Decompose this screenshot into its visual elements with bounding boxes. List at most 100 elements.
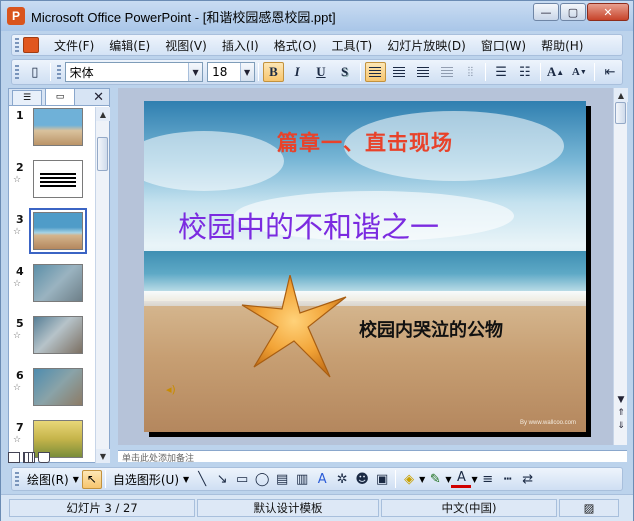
- align-left-button[interactable]: [364, 62, 387, 82]
- formatting-toolbar: ▯ 宋体 ▼ 18 ▼ B I U S ⦙⦙ ☰ ☷ A ▲ A ▼ ⇤: [11, 59, 623, 85]
- toolbar-separator: [49, 63, 51, 81]
- menu-edit[interactable]: 编辑(E): [102, 37, 158, 54]
- slide-thumbnail-image[interactable]: [29, 208, 87, 254]
- animation-star-icon: ☆: [13, 331, 22, 341]
- text-shadow-button[interactable]: S: [334, 62, 356, 82]
- picture-tool-icon[interactable]: ▣: [372, 469, 392, 489]
- bold-button[interactable]: B: [262, 62, 285, 82]
- slide-thumbnail-image[interactable]: [33, 264, 83, 302]
- italic-button[interactable]: I: [286, 62, 308, 82]
- toolbar-separator: [257, 63, 259, 81]
- menu-slideshow[interactable]: 幻灯片放映(D): [380, 37, 474, 54]
- wordart-tool-icon[interactable]: A: [312, 469, 332, 489]
- slide-thumbnail-image[interactable]: [33, 108, 83, 146]
- line-style-icon[interactable]: ≡: [478, 469, 498, 489]
- tab-outline[interactable]: ☰: [12, 90, 42, 105]
- line-tool-icon[interactable]: ╲: [192, 469, 212, 489]
- chevron-down-icon[interactable]: ▼: [239, 63, 254, 81]
- slide-subtitle[interactable]: 校园内哭泣的公物: [359, 316, 503, 342]
- menu-window[interactable]: 窗口(W): [474, 37, 534, 54]
- notes-pane[interactable]: 单击此处添加备注: [118, 450, 627, 462]
- scroll-down-arrow-icon[interactable]: ▼: [614, 394, 628, 406]
- title-bar: P Microsoft Office PowerPoint - [和谐校园感恩校…: [1, 1, 633, 31]
- rectangle-tool-icon[interactable]: ▭: [232, 469, 252, 489]
- minimize-button[interactable]: —: [533, 3, 559, 21]
- document-menu-icon[interactable]: [23, 37, 39, 53]
- dash-style-icon[interactable]: ┅: [498, 469, 518, 489]
- menubar-grip-handle[interactable]: [15, 38, 19, 52]
- textbox-tool-icon[interactable]: ▤: [272, 469, 292, 489]
- drawbar-grip-handle[interactable]: [15, 472, 19, 486]
- font-size-select[interactable]: 18 ▼: [207, 62, 255, 82]
- menu-file[interactable]: 文件(F): [47, 37, 102, 54]
- spelling-check-icon[interactable]: ▨: [559, 499, 619, 517]
- font-color-icon[interactable]: A: [451, 470, 472, 488]
- shrink-arrow-icon: ▼: [579, 68, 587, 76]
- powerpoint-app-icon[interactable]: P: [7, 7, 25, 25]
- editing-area-scrollbar[interactable]: ▲ ▼ ⇑ ⇓: [613, 88, 628, 445]
- menu-format[interactable]: 格式(O): [267, 37, 325, 54]
- previous-slide-icon[interactable]: ⇑: [614, 407, 628, 419]
- scroll-up-arrow-icon[interactable]: ▲: [614, 88, 628, 102]
- chevron-down-icon[interactable]: ▼: [73, 475, 79, 484]
- underline-button[interactable]: U: [310, 62, 332, 82]
- slide-thumbnail-image[interactable]: [33, 368, 83, 406]
- scrollbar-thumb[interactable]: [97, 137, 108, 171]
- close-button[interactable]: ✕: [587, 3, 629, 21]
- autoshapes-menu-button[interactable]: 自选图形(U): [109, 471, 183, 488]
- align-right-button[interactable]: [412, 62, 434, 82]
- menu-help[interactable]: 帮助(H): [534, 37, 591, 54]
- toolbar-grip-handle-2[interactable]: [56, 65, 61, 79]
- select-objects-icon[interactable]: ↖: [81, 469, 102, 489]
- next-slide-icon[interactable]: ⇓: [614, 420, 628, 432]
- close-icon[interactable]: ✕: [93, 90, 104, 105]
- slide-thumbnail-list[interactable]: 1 2 ☆ 3 ☆ 4 ☆ 5 ☆ 6 ☆ 7 ☆: [9, 107, 95, 463]
- decrease-indent-button[interactable]: ⇤: [599, 62, 621, 82]
- align-center-button[interactable]: [388, 62, 410, 82]
- chevron-down-icon[interactable]: ▼: [183, 475, 189, 484]
- toolbar-grip-handle[interactable]: [15, 65, 19, 79]
- slide-thumbnail-item[interactable]: 4 ☆: [9, 263, 95, 309]
- arrow-tool-icon[interactable]: ↘: [212, 469, 232, 489]
- grow-font-button[interactable]: A ▲: [545, 62, 567, 82]
- vertical-text-button[interactable]: ⦙⦙: [460, 62, 482, 82]
- slides-pane-scrollbar[interactable]: ▲ ▼: [95, 107, 110, 463]
- scroll-up-arrow-icon[interactable]: ▲: [96, 107, 110, 121]
- sound-icon[interactable]: ◂): [166, 383, 176, 396]
- current-slide[interactable]: 篇章一、直击现场 校园中的不和谐之一 校园内哭泣的公物 ◂) By www.wa…: [144, 101, 586, 432]
- clipart-tool-icon[interactable]: ☻: [352, 469, 372, 489]
- bullets-button[interactable]: ☷: [514, 62, 536, 82]
- slide-heading[interactable]: 校园中的不和谐之一: [178, 204, 439, 246]
- font-name-select[interactable]: 宋体 ▼: [64, 62, 204, 82]
- menu-view[interactable]: 视图(V): [158, 37, 215, 54]
- line-color-icon[interactable]: ✎: [425, 469, 445, 489]
- diagram-tool-icon[interactable]: ✲: [332, 469, 352, 489]
- numbering-button[interactable]: ☰: [490, 62, 512, 82]
- slide-thumbnail-image[interactable]: [33, 160, 83, 198]
- arrow-style-icon[interactable]: ⇄: [518, 469, 538, 489]
- chevron-down-icon[interactable]: ▼: [188, 63, 203, 81]
- slide-thumbnail-item[interactable]: 2 ☆: [9, 159, 95, 205]
- menu-tools[interactable]: 工具(T): [325, 37, 381, 54]
- normal-view-icon[interactable]: [8, 452, 20, 463]
- new-document-icon[interactable]: ▯: [24, 62, 46, 82]
- vertical-textbox-tool-icon[interactable]: ▥: [292, 469, 312, 489]
- oval-tool-icon[interactable]: ◯: [252, 469, 272, 489]
- slide-thumbnail-item-selected[interactable]: 3 ☆: [9, 208, 95, 257]
- slide-thumbnail-item[interactable]: 6 ☆: [9, 367, 95, 413]
- distribute-button[interactable]: [436, 62, 458, 82]
- slide-thumbnail-item[interactable]: 5 ☆: [9, 315, 95, 361]
- menu-insert[interactable]: 插入(I): [215, 37, 267, 54]
- draw-menu-button[interactable]: 绘图(R): [23, 471, 73, 488]
- scroll-down-arrow-icon[interactable]: ▼: [96, 449, 110, 463]
- maximize-button[interactable]: ▢: [560, 3, 586, 21]
- shrink-font-button[interactable]: A ▼: [568, 62, 590, 82]
- scrollbar-thumb[interactable]: [615, 102, 626, 124]
- slide-thumbnail-item[interactable]: 1: [9, 107, 95, 153]
- tab-slides[interactable]: ▭: [45, 88, 75, 105]
- slide-sorter-view-icon[interactable]: [23, 452, 35, 463]
- slide-thumbnail-image[interactable]: [33, 316, 83, 354]
- fill-color-icon[interactable]: ◈: [399, 469, 419, 489]
- slide-title[interactable]: 篇章一、直击现场: [144, 127, 586, 157]
- slideshow-view-icon[interactable]: [38, 452, 50, 463]
